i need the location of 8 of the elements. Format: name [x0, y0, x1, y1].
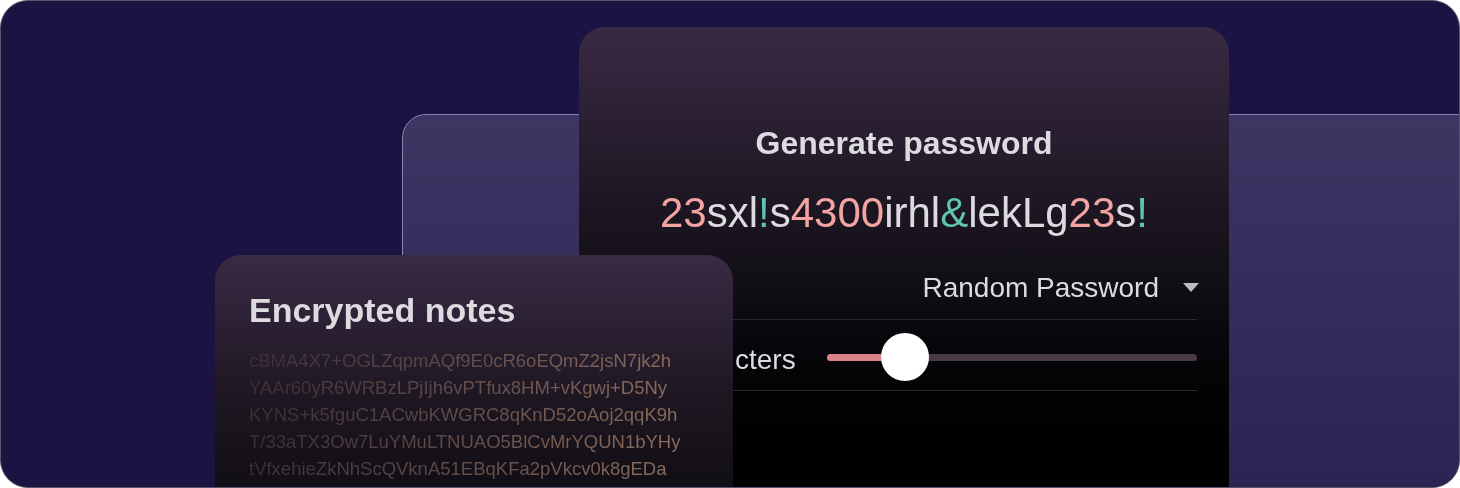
length-slider[interactable] [827, 333, 1197, 381]
notes-title: Encrypted notes [249, 290, 516, 331]
length-label: cters [735, 343, 796, 377]
generator-title: Generate password [754, 124, 1054, 163]
caret-icon [1183, 283, 1199, 293]
slider-thumb[interactable] [880, 333, 929, 381]
type-dropdown[interactable]: Random Password [922, 267, 1199, 309]
generated-password: 23sxl!s4300irhl&lekLg23s! [659, 189, 1149, 237]
